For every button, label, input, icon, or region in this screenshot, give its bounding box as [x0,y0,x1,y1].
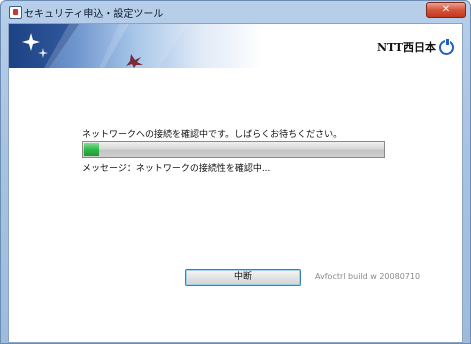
banner-decoration-icon [9,24,189,68]
header-banner: NTT西日本 [9,24,462,68]
app-icon [9,6,22,19]
close-icon: ✕ [441,4,451,15]
close-button[interactable]: ✕ [426,2,466,18]
progress-bar [82,141,385,158]
window-title: セキュリティ申込・設定ツール [24,9,164,20]
build-info: Avfoctrl build w 20080710 [315,272,421,281]
ntt-logo-icon [439,38,454,55]
progress-fill [84,143,99,156]
app-window: セキュリティ申込・設定ツール ✕ NTT西日本 ネットワークへの接続を確認中です… [0,0,471,344]
ntt-west-logo: NTT西日本 [377,38,454,56]
status-text: ネットワークへの接続を確認中です。しばらくお待ちください。 [82,130,343,140]
brand-name: NTT西日本 [376,41,436,54]
title-bar[interactable]: セキュリティ申込・設定ツール ✕ [1,1,470,23]
cancel-button[interactable]: 中断 [185,269,301,286]
status-message: メッセージ：ネットワークの接続性を確認中... [82,164,271,174]
content-area: NTT西日本 ネットワークへの接続を確認中です。しばらくお待ちください。 メッセ… [8,23,463,343]
